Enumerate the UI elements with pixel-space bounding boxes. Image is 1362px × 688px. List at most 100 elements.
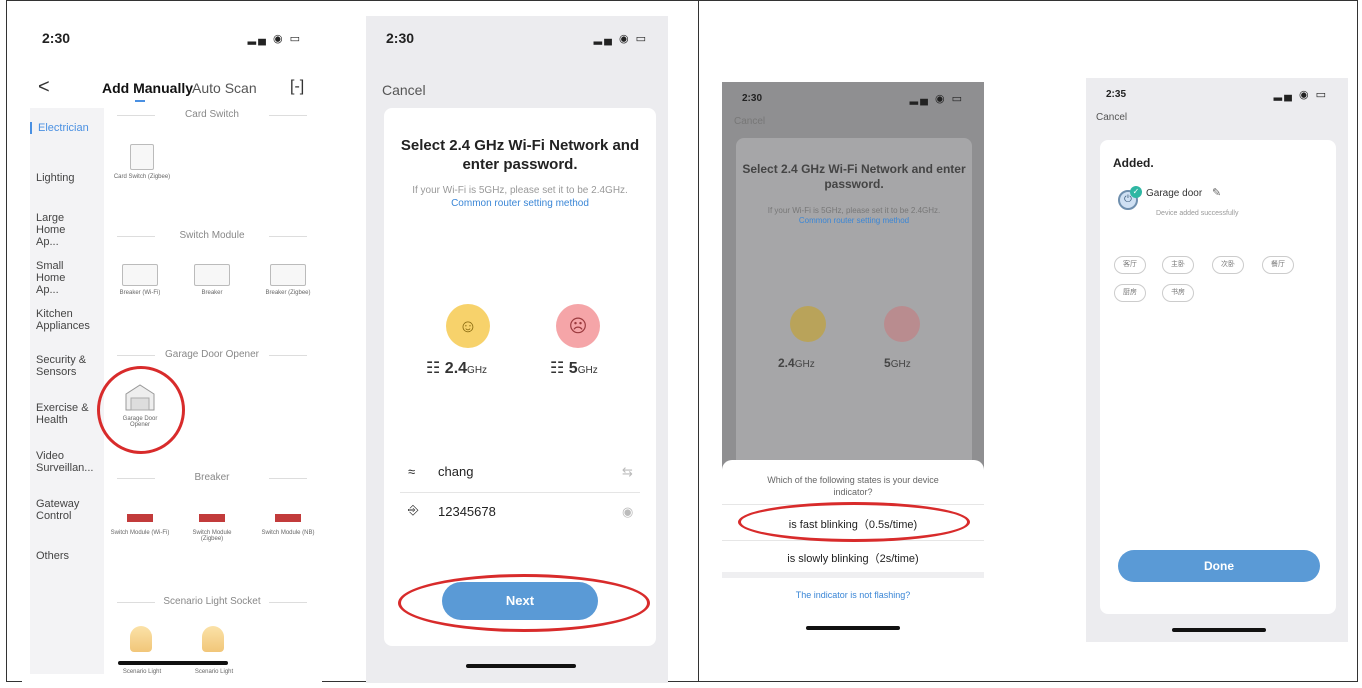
room-tag-dining[interactable]: 餐厅 xyxy=(1262,256,1294,274)
lock-icon: ⎆ xyxy=(408,502,419,517)
cancel-button[interactable]: Cancel xyxy=(1096,112,1127,123)
ghz-unit: GHz xyxy=(467,365,488,376)
sidebar-item-others[interactable]: Others xyxy=(30,550,104,562)
device-label: Breaker (Zigbee) xyxy=(265,290,311,296)
panel-divider xyxy=(698,0,699,682)
done-button[interactable]: Done xyxy=(1118,550,1320,582)
check-icon: ✓ xyxy=(1130,186,1142,198)
edit-icon[interactable]: ✎ xyxy=(1212,186,1221,199)
home-indicator xyxy=(1172,628,1266,632)
happy-face-icon xyxy=(790,306,826,342)
highlight-circle xyxy=(738,502,970,542)
device-scenario-light-1[interactable]: Scenario Light xyxy=(112,669,172,675)
device-switch-module-zigbee[interactable]: Switch Module (Zigbee) xyxy=(182,510,242,542)
switch-module-icon xyxy=(123,510,157,526)
cancel-button[interactable]: Cancel xyxy=(734,116,765,127)
page-title: Select 2.4 GHz Wi-Fi Network and enter p… xyxy=(400,137,640,173)
ghz-value: 2.4 xyxy=(444,360,468,377)
room-tag-living[interactable]: 客厅 xyxy=(1114,256,1146,274)
sad-face-icon: ☹ xyxy=(556,304,600,348)
status-icons: ▂▄ ◉ ▭ xyxy=(593,32,648,45)
indicator-question: Which of the following states is your de… xyxy=(767,475,939,497)
indicator-not-flashing-link[interactable]: The indicator is not flashing? xyxy=(722,590,984,600)
home-indicator xyxy=(806,626,900,630)
device-switch-module-wifi[interactable]: Switch Module (Wi-Fi) xyxy=(110,510,170,536)
ssid-field[interactable]: chang xyxy=(438,464,473,479)
phone-wifi-setup: 2:30 ▂▄ ◉ ▭ Cancel Select 2.4 GHz Wi-Fi N… xyxy=(366,16,668,683)
ghz-unit: GHz xyxy=(577,365,598,376)
device-label: Switch Module (Zigbee) xyxy=(192,530,232,542)
sidebar-item-gateway[interactable]: Gateway Control xyxy=(30,498,90,522)
sidebar-item-lighting[interactable]: Lighting xyxy=(30,172,104,184)
sidebar-item-large-home[interactable]: Large Home Ap... xyxy=(30,212,90,248)
label-2-4ghz: 2.4GHz xyxy=(778,356,815,370)
sidebar-item-kitchen[interactable]: Kitchen Appliances xyxy=(30,308,98,332)
wifi-hint: If your Wi-Fi is 5GHz, please set it to … xyxy=(752,206,956,226)
phone-indicator-question: 2:30 ▂▄ ◉ ▭ Cancel Select 2.4 GHz Wi-Fi N… xyxy=(722,82,984,642)
scenario-light-icon[interactable] xyxy=(130,626,152,652)
sidebar-item-video[interactable]: Video Surveillan... xyxy=(30,450,96,474)
device-card-switch[interactable]: Card Switch (Zigbee) xyxy=(112,144,172,180)
password-field[interactable]: 12345678 xyxy=(438,504,496,519)
scenario-light-icon[interactable] xyxy=(202,626,224,652)
indicator-sheet: Which of the following states is your de… xyxy=(722,460,984,642)
tab-underline xyxy=(135,100,145,102)
added-title: Added. xyxy=(1113,156,1154,170)
status-bar: 2:35 ▂▄ ◉ ▭ xyxy=(1086,82,1348,106)
tab-auto-scan[interactable]: Auto Scan xyxy=(192,80,257,96)
router-setting-link[interactable]: Common router setting method xyxy=(451,198,589,209)
tab-add-manually[interactable]: Add Manually xyxy=(102,80,193,96)
ghz-unit: GHz xyxy=(794,359,815,370)
wifi-card: Select 2.4 GHz Wi-Fi Network and enter p… xyxy=(384,108,656,646)
section-scenario: Scenario Light Socket xyxy=(117,596,307,607)
wifi-hint: If your Wi-Fi is 5GHz, please set it to … xyxy=(406,184,634,210)
back-icon[interactable]: < xyxy=(38,76,50,99)
phone-add-device: 2:30 ▂▄ ◉ ▭ < Add Manually Auto Scan [-] … xyxy=(22,16,322,683)
page-title: Select 2.4 GHz Wi-Fi Network and enter p… xyxy=(742,162,966,191)
ghz-value: 2.4 xyxy=(778,356,795,370)
sidebar-item-electrician[interactable]: Electrician xyxy=(30,122,104,134)
clock: 2:30 xyxy=(386,30,415,46)
clock: 2:30 xyxy=(742,92,763,104)
added-card: Added. ⏻ ✓ Garage door ✎ Device added su… xyxy=(1100,140,1336,632)
status-bar: 2:30 ▂▄ ◉ ▭ xyxy=(722,88,984,108)
cancel-button[interactable]: Cancel xyxy=(382,82,426,98)
ghz-value: 5 xyxy=(884,356,891,370)
section-switch-module: Switch Module xyxy=(117,230,307,241)
device-breaker[interactable]: Breaker xyxy=(182,264,242,296)
status-icons: ▂▄ ◉ ▭ xyxy=(909,92,964,105)
switch-network-icon[interactable]: ⇆ xyxy=(622,464,633,480)
option-slow-blinking[interactable]: is slowly blinking（2s/time) xyxy=(722,550,984,566)
section-breaker: Breaker xyxy=(117,472,307,483)
sidebar-item-exercise[interactable]: Exercise & Health xyxy=(30,402,90,426)
dimmed-card: Select 2.4 GHz Wi-Fi Network and enter p… xyxy=(736,138,972,478)
device-switch-module-nb[interactable]: Switch Module (NB) xyxy=(258,510,318,536)
device-label: Switch Module (NB) xyxy=(261,530,315,536)
device-scenario-light-2[interactable]: Scenario Light xyxy=(184,669,244,675)
device-added-status: Device added successfully xyxy=(1156,210,1239,217)
sidebar-item-small-home[interactable]: Small Home Ap... xyxy=(30,260,90,296)
ghz-unit: GHz xyxy=(890,359,911,370)
scan-icon[interactable]: [-] xyxy=(290,78,304,96)
device-name: Garage door xyxy=(1146,188,1203,199)
sidebar-item-security[interactable]: Security & Sensors xyxy=(30,354,90,378)
eye-icon[interactable]: ◉ xyxy=(622,504,633,520)
clock: 2:35 xyxy=(1106,88,1127,100)
phone-device-added: 2:35 ▂▄ ◉ ▭ Cancel Added. ⏻ ✓ Garage door… xyxy=(1086,78,1348,642)
hint-text: If your Wi-Fi is 5GHz, please set it to … xyxy=(767,206,941,215)
status-icons: ▂▄ ◉ ▭ xyxy=(247,32,302,45)
room-tag-kitchen[interactable]: 厨房 xyxy=(1114,284,1146,302)
hint-text: If your Wi-Fi is 5GHz, please set it to … xyxy=(412,185,628,196)
divider xyxy=(722,572,984,578)
device-label: Breaker (Wi-Fi) xyxy=(119,290,161,296)
room-tag-study[interactable]: 书房 xyxy=(1162,284,1194,302)
status-bar: 2:30 ▂▄ ◉ ▭ xyxy=(366,16,668,60)
device-breaker-zigbee[interactable]: Breaker (Zigbee) xyxy=(258,264,318,296)
breaker-icon xyxy=(194,264,230,286)
room-tag-second[interactable]: 次卧 xyxy=(1212,256,1244,274)
device-label: Switch Module (Wi-Fi) xyxy=(110,530,170,536)
device-breaker-wifi[interactable]: Breaker (Wi-Fi) xyxy=(110,264,170,296)
room-tag-master[interactable]: 主卧 xyxy=(1162,256,1194,274)
breaker-icon xyxy=(270,264,306,286)
ghz-value: 5 xyxy=(568,360,578,377)
